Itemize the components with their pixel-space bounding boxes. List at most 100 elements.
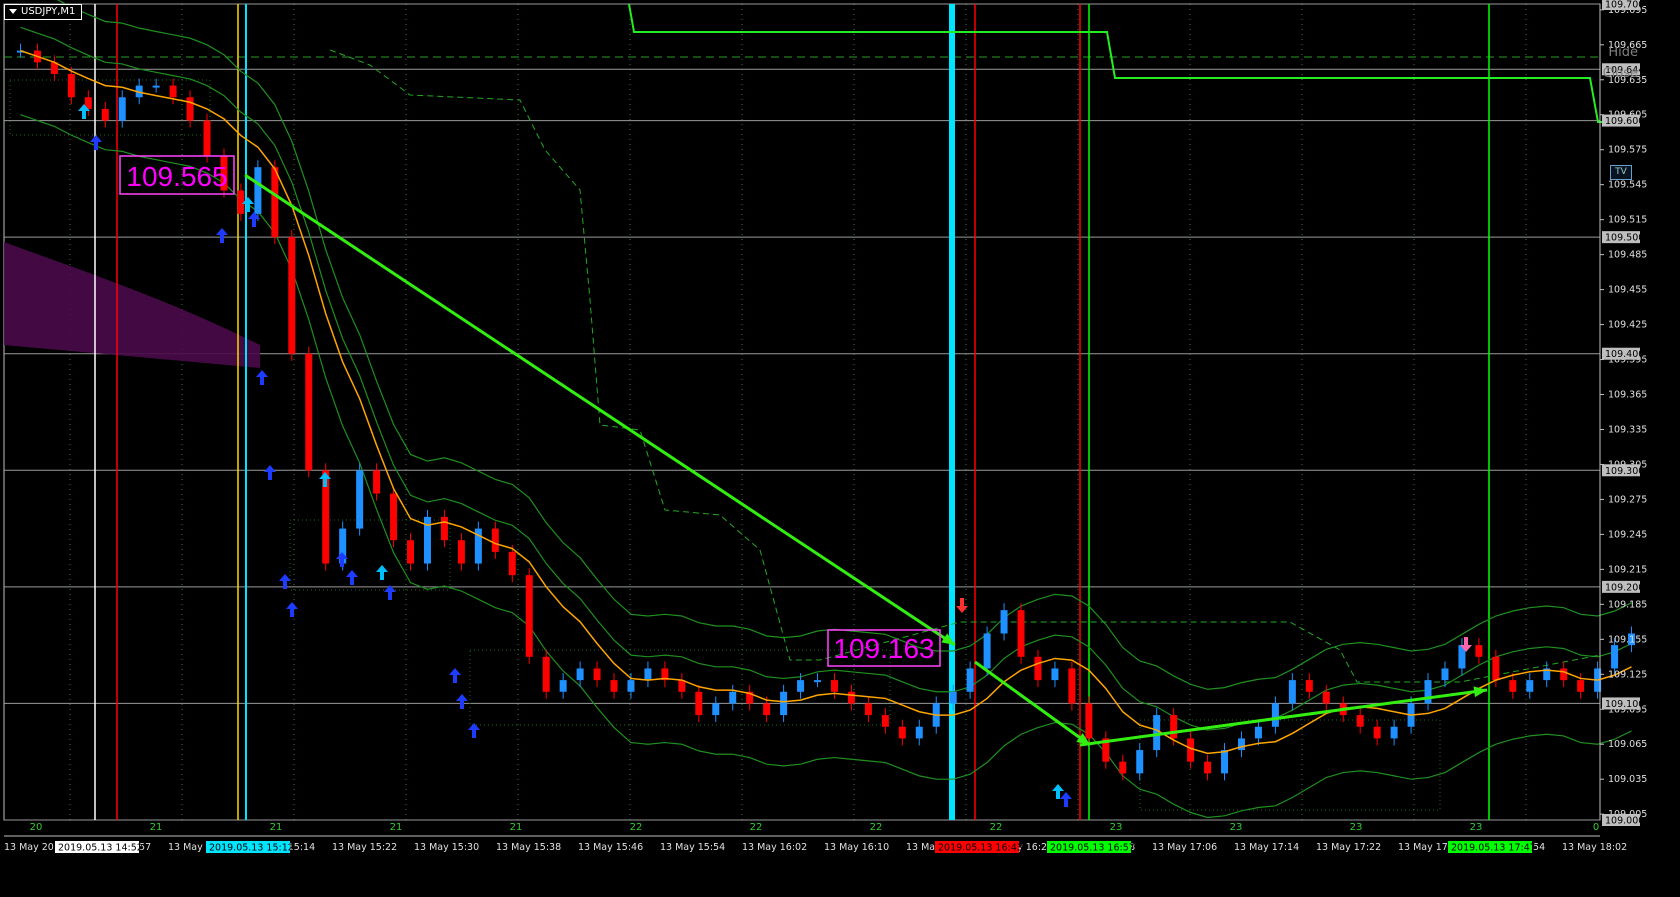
candle-body	[1034, 656, 1042, 681]
candle-body	[864, 703, 872, 716]
candle-body	[288, 237, 296, 354]
candle-body	[1560, 668, 1568, 681]
candle-body	[1000, 610, 1008, 634]
candle-body	[1322, 691, 1330, 704]
close-button[interactable]: Close	[1603, 66, 1638, 81]
price-tick-label: 109.485	[1608, 250, 1647, 261]
candle-body	[814, 680, 822, 683]
price-highlight-label: 109.500	[1605, 233, 1644, 244]
candle-body	[491, 528, 499, 552]
session-number: 21	[150, 822, 163, 833]
candle-body	[237, 190, 245, 214]
price-axis: 109.695109.665109.635109.605109.575109.5…	[1599, 0, 1680, 827]
candle-body	[1237, 738, 1245, 751]
candle-body	[1492, 656, 1500, 681]
price-chart[interactable]: 109.565 109.163 109.695109.665109.635109.…	[0, 0, 1680, 897]
candle-body	[1136, 750, 1144, 774]
candle-body	[186, 97, 194, 121]
up-arrow-icon	[336, 552, 348, 567]
candle-body	[1475, 645, 1483, 657]
band-upper	[56, 0, 1632, 690]
candle-body	[1288, 680, 1296, 704]
candle-body	[559, 680, 567, 692]
time-label: 13 May 18:02	[1562, 842, 1627, 853]
candle-body	[373, 470, 381, 494]
candle-body	[780, 691, 788, 716]
candle-body	[729, 691, 737, 704]
up-arrow-icon	[456, 694, 468, 709]
candle-body	[101, 108, 109, 121]
up-arrow-icon	[346, 570, 358, 585]
candle-body	[1221, 750, 1229, 774]
price-highlight-label: 109.400	[1605, 349, 1644, 360]
hide-button[interactable]: Hide	[1608, 45, 1638, 60]
purple-cloud	[4, 242, 260, 368]
candle-body	[627, 680, 635, 692]
candle-body	[1509, 680, 1517, 692]
time-label: 13 May 17:06	[1152, 842, 1217, 853]
time-label: 13 May 15:38	[496, 842, 561, 853]
price-tick-label: 109.425	[1608, 320, 1647, 331]
candle-body	[440, 516, 448, 541]
session-number: 20	[30, 822, 43, 833]
candle-body	[1441, 668, 1449, 681]
candle-body	[1611, 645, 1619, 669]
price-tick-label: 109.515	[1608, 215, 1647, 226]
candle-body	[797, 680, 805, 692]
price-tick-label: 109.275	[1608, 494, 1647, 505]
price-highlight-label: 109.700	[1605, 0, 1644, 11]
candle-body	[508, 551, 516, 576]
candle-body	[1526, 680, 1534, 692]
time-label: 13 May 15:54	[660, 842, 725, 853]
trend-line	[1079, 688, 1488, 747]
price-tick-label: 109.065	[1608, 739, 1647, 750]
candle-body	[407, 540, 415, 564]
dropdown-triangle-icon[interactable]	[9, 8, 17, 14]
session-number: 23	[1230, 822, 1243, 833]
candle-body	[847, 691, 855, 704]
price-highlight-label: 109.600	[1605, 116, 1644, 127]
symbol-title[interactable]: USDJPY,M1	[4, 4, 83, 20]
candle-body	[1254, 726, 1262, 739]
time-tag-label: 2019.05.13 16:57	[1050, 843, 1135, 854]
candle-body	[898, 726, 906, 739]
session-number: 21	[270, 822, 283, 833]
candle-body	[542, 656, 550, 692]
candle-body	[1187, 738, 1195, 762]
candle-body	[118, 97, 126, 121]
price-highlight-label: 109.200	[1605, 582, 1644, 593]
time-tag-label: 2019.05.13 15:12	[209, 843, 294, 854]
candle-body	[254, 167, 262, 214]
tv-badge[interactable]: TV	[1610, 165, 1632, 180]
session-number: 21	[510, 822, 523, 833]
up-arrow-icon	[286, 602, 298, 617]
candle-body	[1577, 680, 1585, 692]
session-number: 22	[870, 822, 883, 833]
candle-body	[881, 715, 889, 727]
price-tick-label: 109.155	[1608, 634, 1647, 645]
symbol-title-text: USDJPY,M1	[21, 6, 76, 17]
price-highlight-label: 109.100	[1605, 699, 1644, 710]
time-label: 13 May 15:46	[578, 842, 643, 853]
time-tag-label: 2019.05.13 14:52	[58, 843, 143, 854]
candle-body	[152, 85, 160, 88]
time-label: 13 May 16:10	[824, 842, 889, 853]
candle-body	[1119, 761, 1127, 774]
candle-body	[67, 73, 75, 98]
session-number: 22	[630, 822, 643, 833]
price-tick-label: 109.335	[1608, 424, 1647, 435]
moving-average-line	[20, 49, 1632, 755]
candle-body	[983, 633, 991, 669]
up-arrow-icon	[376, 565, 388, 580]
price-tick-label: 109.365	[1608, 390, 1647, 401]
candle-body	[966, 668, 974, 692]
candle-body	[169, 85, 177, 98]
price-axis-bg	[1640, 4, 1680, 820]
price-low-label-text: 109.163	[833, 633, 934, 664]
up-arrow-icon	[468, 723, 480, 738]
session-number: 23	[1470, 822, 1483, 833]
down-arrow-icon	[956, 598, 968, 613]
candle-body	[203, 120, 211, 156]
up-arrow-icon	[264, 465, 276, 480]
candle-body	[830, 680, 838, 692]
